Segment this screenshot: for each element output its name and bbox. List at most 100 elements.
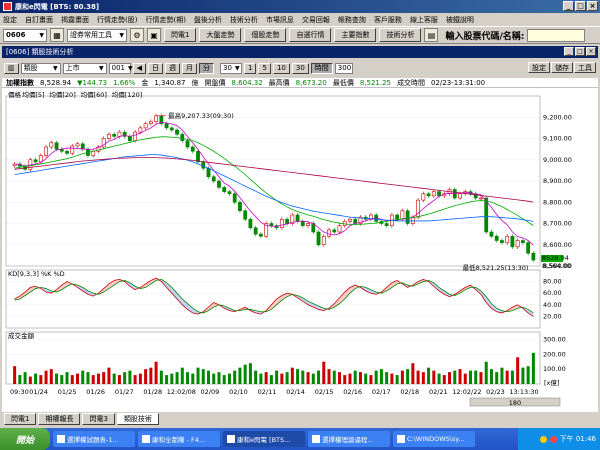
span-button-5[interactable]: 5: [258, 62, 271, 74]
span-button-30[interactable]: 30: [291, 62, 309, 74]
tab-item[interactable]: 閃電3: [82, 412, 115, 425]
menu-item[interactable]: 線上客服: [410, 15, 438, 25]
volume-bar: [117, 375, 121, 384]
taskbar-item[interactable]: 選擇權試題表-1...: [53, 431, 135, 447]
chart-pane[interactable]: 9,200.00 9,100.00 9,000.00 8,900.00 8,800.00…: [2, 88, 598, 412]
volume-bar: [23, 372, 27, 384]
volume-bar: [212, 373, 216, 384]
x-axis-label: 13:13:30: [509, 388, 538, 396]
menu-item[interactable]: 自訂畫面: [25, 15, 53, 25]
settings-button[interactable]: 設定: [528, 62, 550, 73]
start-button[interactable]: 開始: [0, 428, 50, 450]
chart-svg[interactable]: 9,200.00 9,100.00 9,000.00 8,900.00 8,800.00…: [2, 88, 598, 412]
menu-item[interactable]: 揭露畫面: [61, 15, 89, 25]
kd-fill: [302, 297, 309, 305]
volume-bar: [227, 373, 231, 384]
menu-item[interactable]: 盤後分析: [194, 15, 222, 25]
index-code-select[interactable]: 001 ▼: [108, 62, 133, 74]
price-y-tick: 9,200.00: [543, 113, 572, 121]
high-value: 8,673.20: [295, 78, 327, 87]
chart-icon[interactable]: ▤: [424, 28, 439, 42]
toolbar-button[interactable]: 閃電1: [164, 28, 197, 42]
window-icon[interactable]: ▣: [147, 28, 161, 42]
volume-bar: [411, 363, 415, 384]
prev-button[interactable]: ◀: [132, 62, 147, 74]
candle-body: [526, 242, 531, 254]
candle-body: [515, 240, 520, 248]
window-tabs: 閃電1 期權報長 閃電3 類股技術: [2, 412, 598, 425]
toolbar-button[interactable]: 主要指數: [334, 28, 377, 42]
market-select[interactable]: 上市 ▼: [62, 62, 107, 74]
toolbar-button[interactable]: 技術分析: [379, 28, 422, 42]
minutes-select[interactable]: 30 ▼: [220, 62, 243, 74]
app-icon: [312, 435, 320, 443]
x-axis-label: 02/17: [372, 388, 391, 396]
kd-fill: [177, 293, 183, 305]
taskbar-item[interactable]: C:\WINDOWS\sy...: [393, 431, 475, 447]
span-button-10[interactable]: 10: [272, 62, 290, 74]
period-button-month[interactable]: 月: [182, 62, 198, 74]
close-button[interactable]: ×: [587, 1, 598, 11]
close-button[interactable]: ×: [586, 47, 596, 56]
menubar: 設定 自訂畫面 揭露畫面 行情走勢(股) 行情走勢(期) 盤後分析 技術分析 市…: [0, 13, 600, 26]
type-select[interactable]: 類股 ▼: [20, 62, 61, 74]
maximize-button[interactable]: □: [575, 1, 586, 11]
candle-body: [400, 210, 405, 220]
taskbar-item-label: 康和全都賺 - F4...: [152, 436, 206, 444]
chart-icon[interactable]: ▥: [4, 62, 19, 74]
menu-item[interactable]: 技術分析: [230, 15, 258, 25]
candle-body: [33, 159, 38, 163]
span-button-time[interactable]: 時間: [310, 62, 333, 74]
tray-icon[interactable]: [539, 435, 547, 443]
volume-bar: [406, 369, 410, 384]
volume-bar: [306, 372, 310, 384]
minimize-button[interactable]: _: [564, 47, 574, 56]
volume-bar: [290, 367, 294, 384]
grid-icon[interactable]: ▦: [50, 28, 64, 42]
code-input[interactable]: 0606 ▼: [3, 28, 47, 42]
period-button-minute[interactable]: 分: [199, 62, 215, 74]
maximize-button[interactable]: □: [575, 47, 585, 56]
taskbar-item[interactable]: 康和全都賺 - F4...: [138, 431, 220, 447]
menu-item[interactable]: 設定: [3, 15, 17, 25]
volume-bar: [34, 373, 38, 384]
toolbar-button[interactable]: 自選行情: [289, 28, 332, 42]
tools-button[interactable]: 工具: [574, 62, 596, 73]
period-button-day[interactable]: 日: [148, 62, 164, 74]
tab-item[interactable]: 閃電1: [4, 412, 37, 425]
volume-bar: [327, 369, 331, 384]
tool-select[interactable]: 證券常用工具 ▼: [67, 28, 127, 42]
period-button-week[interactable]: 週: [165, 62, 181, 74]
stock-search-input[interactable]: [527, 28, 586, 42]
toolbar-button[interactable]: 個股走勢: [244, 28, 287, 42]
save-button[interactable]: 儲存: [551, 62, 573, 73]
menu-item[interactable]: 行情走勢(期): [145, 15, 185, 25]
volume-bar: [463, 373, 467, 384]
menu-item[interactable]: 行情走勢(股): [97, 15, 137, 25]
tray-icon[interactable]: [549, 435, 557, 443]
volume-bar: [479, 372, 483, 384]
menu-item[interactable]: 被鐵說明: [446, 15, 474, 25]
candle-body: [337, 225, 342, 233]
candle-body: [196, 150, 200, 163]
menu-item[interactable]: 交易回報: [302, 15, 330, 25]
volume-bar: [44, 370, 48, 384]
x-axis-label: 01/28: [143, 388, 162, 396]
taskbar-item-active[interactable]: 康和e閃電 [BTS...: [223, 431, 305, 447]
count-input[interactable]: 300: [334, 62, 353, 74]
span-button-1[interactable]: 1: [244, 62, 257, 74]
high-label: 最高價: [268, 78, 290, 87]
menu-item[interactable]: 帳務查詢: [338, 15, 366, 25]
minimize-button[interactable]: _: [563, 1, 574, 11]
taskbar-item[interactable]: 選擇權理論逼程...: [308, 431, 390, 447]
volume-bar: [416, 370, 420, 384]
window-title: 康和e閃電 [BTS: 80.38]: [15, 2, 100, 11]
tab-item[interactable]: 期權報長: [38, 412, 81, 425]
settings-icon[interactable]: ⚙: [130, 28, 144, 42]
volume-bar: [400, 370, 404, 384]
tab-item-active[interactable]: 類股技術: [116, 412, 159, 425]
x-axis-label: 01/24: [29, 388, 48, 396]
toolbar-button[interactable]: 大盤走勢: [199, 28, 242, 42]
menu-item[interactable]: 市場訊息: [266, 15, 294, 25]
menu-item[interactable]: 客戶服務: [374, 15, 402, 25]
